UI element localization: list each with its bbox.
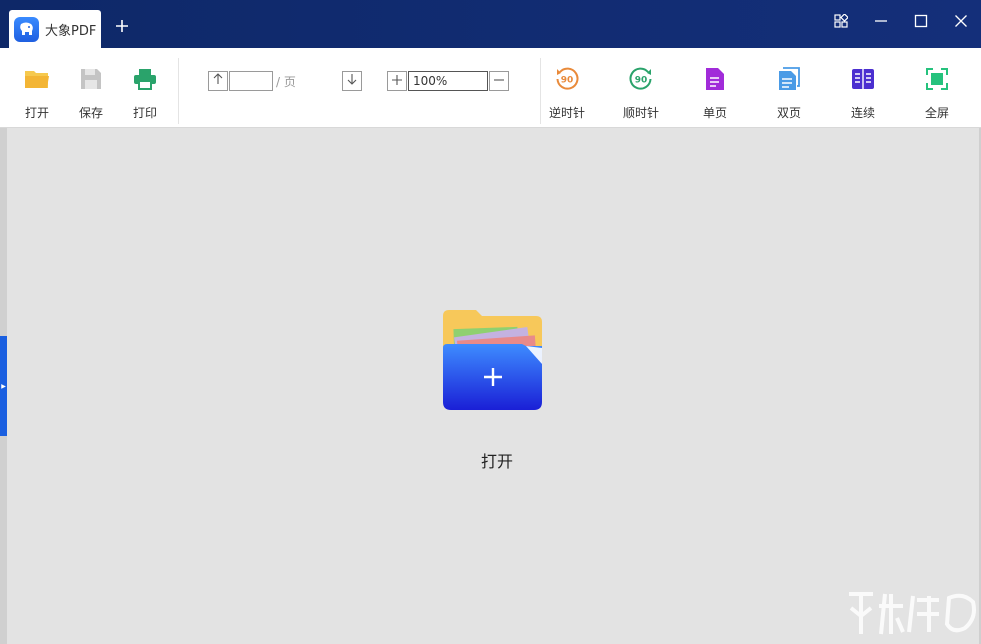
open-label: 打开 xyxy=(24,106,49,120)
rotate-ccw-badge: 90 xyxy=(561,76,574,86)
apps-button[interactable] xyxy=(829,10,853,32)
prev-page-button[interactable] xyxy=(208,71,228,91)
continuous-label: 连续 xyxy=(850,106,875,120)
zoom-level-input[interactable]: 100% xyxy=(408,71,488,91)
save-label: 保存 xyxy=(78,106,103,120)
fullscreen-label: 全屏 xyxy=(924,106,949,120)
close-button[interactable] xyxy=(949,10,973,32)
folder-icon xyxy=(24,66,50,92)
minimize-icon xyxy=(875,20,887,22)
rotate-cw-icon: 90 xyxy=(628,66,654,92)
plus-icon xyxy=(392,75,402,85)
arrow-down-icon xyxy=(347,74,357,85)
rotate-cw-button[interactable]: 90 顺时针 xyxy=(614,48,668,128)
apps-icon xyxy=(834,14,848,28)
title-bar: 大象PDF xyxy=(0,0,981,48)
watermark-logo xyxy=(845,588,979,640)
single-page-label: 单页 xyxy=(702,106,727,120)
app-logo-icon xyxy=(14,16,39,42)
maximize-icon xyxy=(914,14,928,28)
page-number-input[interactable] xyxy=(229,71,273,91)
double-page-icon xyxy=(776,66,802,92)
rotate-ccw-button[interactable]: 90 逆时针 xyxy=(540,48,594,128)
rotate-cw-label: 顺时针 xyxy=(622,106,659,120)
toolbar-divider xyxy=(178,58,179,124)
document-tab[interactable]: 大象PDF xyxy=(9,10,101,48)
save-button[interactable]: 保存 xyxy=(64,48,118,128)
single-page-icon xyxy=(702,66,728,92)
continuous-icon xyxy=(850,66,876,92)
rotate-ccw-label: 逆时针 xyxy=(548,106,585,120)
plus-icon xyxy=(116,20,128,32)
minimize-button[interactable] xyxy=(869,10,893,32)
next-page-button[interactable] xyxy=(342,71,362,91)
page-suffix: / 页 xyxy=(276,75,296,89)
save-icon xyxy=(78,66,104,92)
zoom-out-button[interactable] xyxy=(489,71,509,91)
continuous-button[interactable]: 连续 xyxy=(836,48,890,128)
double-page-button[interactable]: 双页 xyxy=(762,48,816,128)
print-label: 打印 xyxy=(132,106,157,120)
open-button[interactable]: 打开 xyxy=(10,48,64,128)
fullscreen-icon xyxy=(924,66,950,92)
zoom-in-button[interactable] xyxy=(387,71,407,91)
double-page-label: 双页 xyxy=(776,106,801,120)
toolbar: 打开 保存 打印 / 页 100% 90 逆时针 90 顺时针 单页 双页 连续… xyxy=(0,48,981,128)
rotate-cw-badge: 90 xyxy=(635,76,648,86)
print-button[interactable]: 打印 xyxy=(118,48,172,128)
sidebar-toggle[interactable]: ▶ xyxy=(0,336,7,436)
arrow-up-icon xyxy=(213,73,223,84)
open-file-icon[interactable] xyxy=(442,308,544,412)
minus-icon xyxy=(494,79,504,81)
fullscreen-button[interactable]: 全屏 xyxy=(910,48,964,128)
printer-icon xyxy=(132,66,158,92)
open-file-label[interactable]: 打开 xyxy=(472,448,522,472)
close-icon xyxy=(955,15,967,27)
maximize-button[interactable] xyxy=(909,10,933,32)
tab-title: 大象PDF xyxy=(45,23,97,39)
rotate-ccw-icon: 90 xyxy=(554,66,580,92)
single-page-button[interactable]: 单页 xyxy=(688,48,742,128)
new-tab-button[interactable] xyxy=(113,18,131,36)
chevron-right-icon: ▶ xyxy=(1,382,6,390)
